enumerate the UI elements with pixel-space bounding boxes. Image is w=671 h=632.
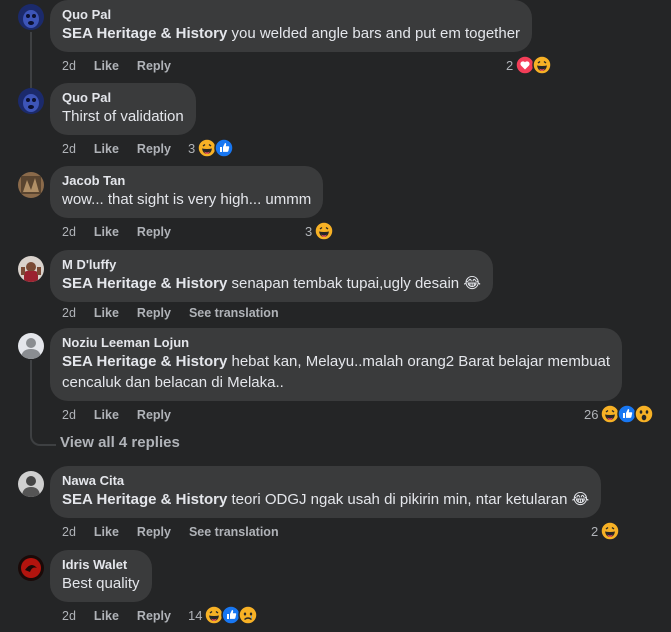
timestamp[interactable]: 2d	[62, 525, 76, 539]
reply-button[interactable]: Reply	[137, 142, 171, 156]
comment-author[interactable]: M D'luffy	[62, 257, 481, 273]
avatar[interactable]	[18, 555, 44, 581]
thread-line	[30, 32, 32, 88]
comment-body: hebat kan, Melayu..malah orang2 Barat be…	[227, 353, 611, 370]
comment-bubble: Idris Walet Best quality	[50, 550, 152, 602]
comment-actions: 2d Like Reply	[62, 141, 189, 157]
avatar[interactable]	[18, 4, 44, 30]
thread-elbow	[30, 432, 56, 446]
reaction-count: 2	[506, 57, 514, 73]
like-button[interactable]: Like	[94, 59, 119, 73]
tagged-page[interactable]: SEA Heritage & History	[62, 25, 227, 42]
like-button[interactable]: Like	[94, 225, 119, 239]
reply-button[interactable]: Reply	[137, 525, 171, 539]
timestamp[interactable]: 2d	[62, 306, 76, 320]
comment-text: SEA Heritage & History senapan tembak tu…	[62, 273, 481, 294]
comment-bubble: Quo Pal Thirst of validation	[50, 83, 196, 135]
thread-line	[30, 360, 32, 432]
comment-body: senapan tembak tupai,ugly desain 😂	[227, 275, 481, 292]
avatar[interactable]	[18, 88, 44, 114]
like-button[interactable]: Like	[94, 609, 119, 623]
reaction-summary[interactable]: 2	[506, 55, 552, 75]
timestamp[interactable]: 2d	[62, 609, 76, 623]
like-button[interactable]: Like	[94, 408, 119, 422]
comment-actions: 2d Like Reply See translation	[62, 524, 297, 540]
comment-author[interactable]: Nawa Cita	[62, 473, 589, 489]
comment-bubble: Quo Pal SEA Heritage & History you welde…	[50, 0, 533, 52]
like-reaction-icon	[214, 138, 234, 158]
like-button[interactable]: Like	[94, 525, 119, 539]
haha-reaction-icon	[532, 55, 552, 75]
comment-body: wow... that sight is very high... ummm	[62, 191, 312, 208]
reaction-summary[interactable]: 14	[188, 605, 259, 625]
reaction-summary[interactable]: 26	[584, 404, 655, 424]
comment-body: Thirst of validation	[62, 108, 184, 125]
reaction-count: 14	[188, 607, 203, 623]
sad-reaction-icon	[238, 605, 259, 625]
reaction-count: 3	[188, 140, 196, 156]
avatar[interactable]	[18, 333, 44, 359]
like-button[interactable]: Like	[94, 142, 119, 156]
comment-author[interactable]: Quo Pal	[62, 7, 520, 23]
avatar[interactable]	[18, 172, 44, 198]
comment-actions: 2d Like Reply See translation	[62, 305, 297, 321]
comment-text: SEA Heritage & History you welded angle …	[62, 23, 520, 44]
reply-button[interactable]: Reply	[137, 225, 171, 239]
reply-button[interactable]: Reply	[137, 609, 171, 623]
reaction-count: 3	[305, 223, 313, 239]
comment-author[interactable]: Quo Pal	[62, 90, 184, 106]
haha-reaction-icon	[314, 221, 334, 241]
like-button[interactable]: Like	[94, 306, 119, 320]
comment-author[interactable]: Jacob Tan	[62, 173, 311, 189]
avatar[interactable]	[18, 256, 44, 282]
reaction-summary[interactable]: 2	[591, 521, 620, 541]
reply-button[interactable]: Reply	[137, 306, 171, 320]
comment-bubble: Noziu Leeman Lojun SEA Heritage & Histor…	[50, 328, 623, 401]
see-translation-link[interactable]: See translation	[189, 525, 279, 539]
comment-body-line2: cencaluk dan belacan di Melaka..	[62, 374, 284, 391]
timestamp[interactable]: 2d	[62, 59, 76, 73]
see-translation-link[interactable]: See translation	[189, 306, 279, 320]
timestamp[interactable]: 2d	[62, 225, 76, 239]
tagged-page[interactable]: SEA Heritage & History	[62, 275, 227, 292]
reaction-count: 2	[591, 523, 599, 539]
comment-author[interactable]: Idris Walet	[62, 557, 140, 573]
comment-actions: 2d Like Reply	[62, 407, 189, 423]
comment-bubble: Jacob Tan wow... that sight is very high…	[50, 166, 324, 218]
comment-actions: 2d Like Reply	[62, 608, 189, 624]
tagged-page[interactable]: SEA Heritage & History	[62, 353, 227, 370]
comment-bubble: M D'luffy SEA Heritage & History senapan…	[50, 250, 493, 302]
reply-button[interactable]: Reply	[137, 59, 171, 73]
timestamp[interactable]: 2d	[62, 408, 76, 422]
reply-button[interactable]: Reply	[137, 408, 171, 422]
avatar[interactable]	[18, 471, 44, 497]
reaction-summary[interactable]: 3	[305, 221, 334, 241]
wow-reaction-icon	[634, 404, 655, 424]
haha-reaction-icon	[600, 521, 620, 541]
comment-text: SEA Heritage & History hebat kan, Melayu…	[62, 351, 610, 372]
comment-actions: 2d Like Reply	[62, 224, 189, 240]
tagged-page[interactable]: SEA Heritage & History	[62, 491, 227, 508]
view-all-replies-link[interactable]: View all 4 replies	[60, 434, 180, 451]
comment-body: you welded angle bars and put em togethe…	[227, 25, 521, 42]
comment-actions: 2d Like Reply	[62, 58, 189, 74]
reaction-summary[interactable]: 3	[188, 138, 234, 158]
timestamp[interactable]: 2d	[62, 142, 76, 156]
comment-author[interactable]: Noziu Leeman Lojun	[62, 335, 610, 351]
comment-body: teori ODGJ ngak usah di pikirin min, nta…	[227, 491, 590, 508]
comment-text: SEA Heritage & History teori ODGJ ngak u…	[62, 489, 589, 510]
comment-body: Best quality	[62, 575, 140, 592]
reaction-count: 26	[584, 406, 599, 422]
comment-bubble: Nawa Cita SEA Heritage & History teori O…	[50, 466, 602, 518]
